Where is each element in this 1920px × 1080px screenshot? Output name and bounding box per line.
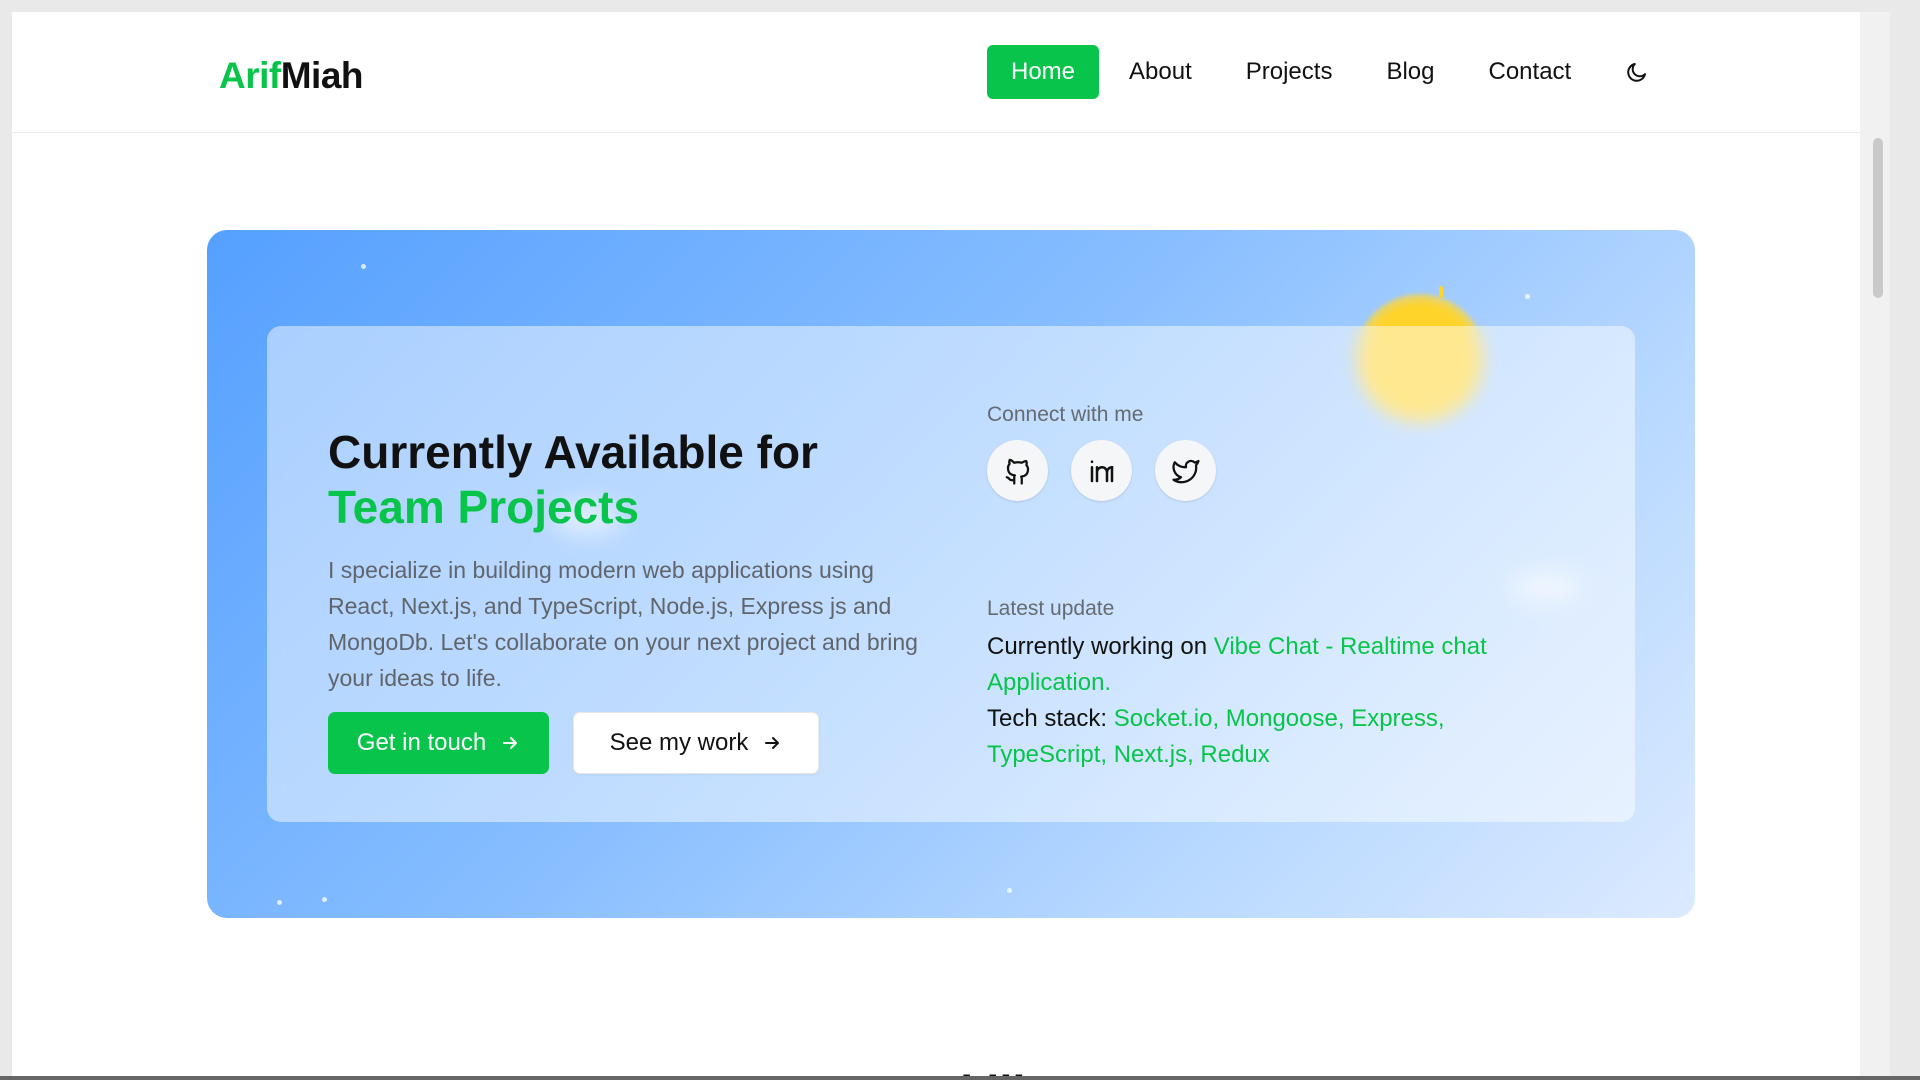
- github-icon: [1005, 458, 1029, 485]
- nav-blog[interactable]: Blog: [1362, 45, 1458, 99]
- twitter-icon: [1171, 459, 1200, 483]
- nav-home[interactable]: Home: [987, 45, 1100, 99]
- latest-update-text: Currently working on Vibe Chat - Realtim…: [987, 629, 1567, 773]
- skills-section-title: My Skills: [12, 1065, 1890, 1076]
- see-my-work-button[interactable]: See my work: [573, 712, 819, 774]
- working-prefix: Currently working on: [987, 633, 1208, 660]
- github-link[interactable]: [987, 440, 1048, 501]
- top-navigation-bar: ArifMiah Home About Projects Blog Contac…: [12, 12, 1890, 133]
- intro-description: I specialize in building modern web appl…: [328, 557, 918, 691]
- logo-last-name: Miah: [280, 55, 364, 96]
- linkedin-link[interactable]: [1071, 440, 1132, 501]
- get-in-touch-label: Get in touch: [356, 729, 487, 756]
- nav-projects[interactable]: Projects: [1222, 45, 1357, 99]
- page-scrollbar[interactable]: [1860, 12, 1890, 1076]
- arrow-right-icon: [503, 737, 518, 749]
- connect-label: Connect with me: [987, 403, 1144, 426]
- arrow-right-icon: [765, 737, 780, 749]
- browser-viewport: ArifMiah Home About Projects Blog Contac…: [12, 12, 1890, 1076]
- theme-toggle-button[interactable]: [1617, 52, 1657, 92]
- twitter-link[interactable]: [1155, 440, 1216, 501]
- star-decoration: [277, 900, 282, 905]
- star-decoration: [361, 264, 366, 269]
- nav-contact[interactable]: Contact: [1465, 45, 1596, 99]
- headline-accent: Team Projects: [328, 480, 640, 533]
- get-in-touch-button[interactable]: Get in touch: [328, 712, 549, 774]
- star-decoration: [1007, 888, 1012, 893]
- linkedin-icon: [1090, 459, 1113, 482]
- logo-first-name: Arif: [219, 55, 281, 96]
- star-decoration: [322, 897, 327, 902]
- nav-about[interactable]: About: [1105, 45, 1216, 99]
- moon-icon: [1627, 63, 1647, 82]
- availability-headline: Currently Available for Team Projects: [328, 425, 968, 535]
- sun-ray-decoration: [1439, 286, 1443, 298]
- window-bottom-edge: [0, 1076, 1920, 1080]
- headline-line-one: Currently Available for: [328, 425, 818, 478]
- site-logo[interactable]: ArifMiah: [219, 55, 364, 97]
- tech-stack-prefix: Tech stack:: [987, 705, 1108, 732]
- scrollbar-thumb[interactable]: [1873, 138, 1883, 298]
- see-my-work-label: See my work: [609, 729, 749, 756]
- latest-update-label: Latest update: [987, 597, 1115, 620]
- main-navigation: Home About Projects Blog Contact: [987, 45, 1657, 99]
- star-decoration: [1525, 294, 1530, 299]
